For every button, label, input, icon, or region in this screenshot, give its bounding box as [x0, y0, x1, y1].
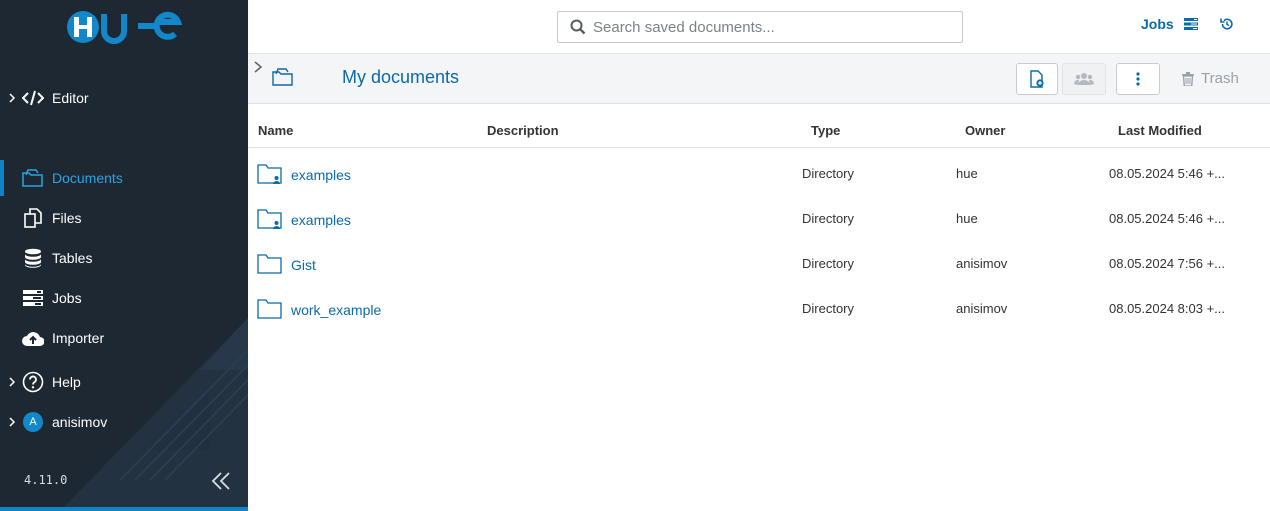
users-icon [1074, 73, 1094, 85]
jobs-label: Jobs [1141, 16, 1174, 32]
type-cell: Directory [802, 211, 855, 226]
modified-cell: 08.05.2024 7:56 +... [1109, 256, 1226, 271]
sidebar-item-label: Tables [52, 250, 93, 266]
column-header-last-modified[interactable]: Last Modified [1118, 123, 1202, 138]
top-bar: Jobs [248, 0, 1270, 54]
sidebar-item-label: Jobs [52, 290, 82, 306]
column-header-name[interactable]: Name [258, 123, 293, 138]
documents-table: Name Description Type Owner Last Modifie… [248, 104, 1270, 328]
search-box[interactable] [557, 11, 963, 43]
sidebar-item-files[interactable]: Files [0, 200, 248, 236]
sidebar-help[interactable]: Help [0, 364, 248, 400]
documents-icon [22, 167, 44, 189]
trash-button[interactable]: Trash [1182, 70, 1239, 87]
avatar-initial: A [23, 412, 43, 432]
sidebar-item-label: Importer [52, 330, 105, 346]
sidebar-item-jobs[interactable]: Jobs [0, 280, 248, 316]
chevron-right-icon [9, 377, 16, 387]
sidebar-editor[interactable]: Editor [0, 80, 248, 116]
jobs-button[interactable]: Jobs [1141, 16, 1198, 32]
sidebar-help-label: Help [52, 374, 81, 390]
modified-cell: 08.05.2024 8:03 +... [1109, 301, 1226, 316]
hue-logo[interactable] [66, 8, 182, 46]
share-button[interactable] [1062, 63, 1106, 95]
shared-folder-icon [257, 164, 282, 184]
more-vertical-icon [1136, 72, 1140, 86]
folder-open-icon [272, 68, 293, 86]
shared-folder-icon [257, 209, 282, 229]
chevron-right-icon [9, 93, 16, 103]
sidebar-item-documents[interactable]: Documents [0, 160, 248, 196]
modified-cell: 08.05.2024 5:46 +... [1109, 166, 1226, 181]
sidebar-item-label: Documents [52, 170, 123, 186]
chevron-right-icon [9, 417, 16, 427]
sidebar-item-importer[interactable]: Importer [0, 320, 248, 356]
owner-cell: anisimov [956, 256, 1008, 271]
more-actions-button[interactable] [1116, 63, 1160, 95]
column-header-type[interactable]: Type [811, 123, 840, 138]
sidebar-editor-label: Editor [52, 90, 89, 106]
owner-cell: hue [956, 211, 978, 226]
folder-icon [257, 254, 282, 274]
table-header: Name Description Type Owner Last Modifie… [248, 104, 1270, 148]
document-name-link[interactable]: examples [291, 212, 351, 228]
new-document-icon [1030, 70, 1044, 88]
sidebar-user[interactable]: A anisimov [0, 404, 248, 440]
jobs-icon [22, 287, 44, 309]
column-header-owner[interactable]: Owner [965, 123, 1005, 138]
documents-header: My documents Trash [248, 54, 1270, 104]
table-row[interactable]: examples Directory hue 08.05.2024 5:46 +… [248, 148, 1270, 193]
cloud-upload-icon [22, 327, 44, 349]
table-row[interactable]: Gist Directory anisimov 08.05.2024 7:56 … [248, 238, 1270, 283]
collapse-sidebar-icon[interactable] [210, 470, 232, 492]
type-cell: Directory [802, 166, 855, 181]
sidebar-bottom-accent [0, 507, 248, 511]
sidebar-user-label: anisimov [52, 414, 108, 430]
sidebar: Editor Documents Files Tables Jobs Impor… [0, 0, 248, 511]
table-row[interactable]: work_example Directory anisimov 08.05.20… [248, 283, 1270, 328]
version-label: 4.11.0 [24, 473, 68, 487]
modified-cell: 08.05.2024 5:46 +... [1109, 211, 1226, 226]
sidebar-item-label: Files [52, 210, 82, 226]
column-header-description[interactable]: Description [487, 123, 559, 138]
avatar: A [22, 411, 44, 433]
history-icon[interactable] [1220, 17, 1234, 31]
chevron-right-icon[interactable] [253, 61, 263, 73]
folder-icon [257, 299, 282, 319]
type-cell: Directory [802, 301, 855, 316]
document-name-link[interactable]: examples [291, 167, 351, 183]
sidebar-item-tables[interactable]: Tables [0, 240, 248, 276]
page-title: My documents [342, 67, 460, 87]
owner-cell: hue [956, 166, 978, 181]
document-name-link[interactable]: work_example [291, 302, 381, 318]
code-icon [22, 87, 44, 109]
help-icon [22, 371, 44, 393]
trash-label: Trash [1201, 70, 1239, 87]
search-input[interactable] [593, 17, 953, 37]
search-icon [570, 19, 586, 35]
new-document-button[interactable] [1016, 63, 1058, 95]
trash-icon [1182, 71, 1194, 86]
tables-icon [22, 247, 44, 269]
owner-cell: anisimov [956, 301, 1008, 316]
files-icon [22, 207, 44, 229]
table-row[interactable]: examples Directory hue 08.05.2024 5:46 +… [248, 193, 1270, 238]
document-name-link[interactable]: Gist [291, 257, 316, 273]
jobs-icon [1183, 18, 1198, 30]
type-cell: Directory [802, 256, 855, 271]
